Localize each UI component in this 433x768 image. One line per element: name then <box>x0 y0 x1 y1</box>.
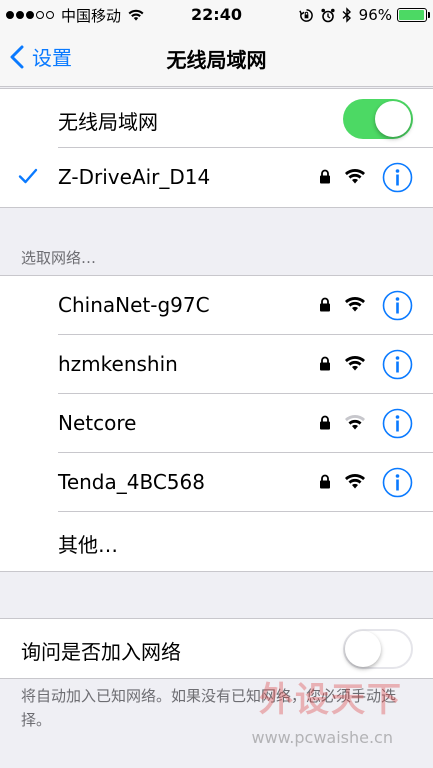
battery-level <box>399 10 424 20</box>
lock-icon <box>319 169 331 188</box>
battery-percent: 96% <box>358 6 392 24</box>
wifi-settings-screen: 中国移动 22:40 96% 设置 无线局域网 无线局域网 Z-DriveAir… <box>0 0 433 768</box>
toggle-knob <box>375 101 411 137</box>
wifi-signal-icon <box>343 295 367 317</box>
battery-icon <box>397 8 430 22</box>
info-icon[interactable] <box>382 290 413 325</box>
wifi-toggle-label: 无线局域网 <box>58 110 158 134</box>
wifi-signal-icon <box>343 413 367 435</box>
battery-cap <box>428 12 430 18</box>
alarm-icon <box>321 8 335 23</box>
wifi-signal-icon <box>343 472 367 494</box>
wifi-signal-icon <box>343 167 367 189</box>
other-network-row[interactable]: 其他… <box>0 512 433 571</box>
status-bar: 中国移动 22:40 96% <box>0 0 433 30</box>
info-icon[interactable] <box>382 162 413 197</box>
network-name: hzmkenshin <box>58 352 178 376</box>
network-row[interactable]: Netcore <box>0 394 433 453</box>
lock-icon <box>319 297 331 316</box>
info-icon[interactable] <box>382 467 413 502</box>
wifi-group: 无线局域网 Z-DriveAir_D14 <box>0 88 433 208</box>
info-icon[interactable] <box>382 408 413 443</box>
network-name: Z-DriveAir_D14 <box>58 165 211 189</box>
watermark-url: www.pcwaishe.cn <box>251 728 393 747</box>
lock-icon <box>319 356 331 375</box>
network-row[interactable]: ChinaNet-g97C <box>0 276 433 335</box>
other-network-label: 其他… <box>58 533 118 557</box>
network-name: Netcore <box>58 411 137 435</box>
wifi-toggle-switch[interactable] <box>343 99 413 139</box>
page-title: 无线局域网 <box>166 48 267 72</box>
checkmark-icon <box>18 168 38 188</box>
rotation-lock-icon <box>298 8 314 23</box>
connected-network-row[interactable]: Z-DriveAir_D14 <box>0 148 433 207</box>
wifi-signal-icon <box>343 354 367 376</box>
status-right: 96% <box>292 5 430 25</box>
network-name: Tenda_4BC568 <box>58 470 205 494</box>
lock-icon <box>319 474 331 493</box>
watermark-logo: 外设天下 <box>259 680 403 720</box>
ask-to-join-switch[interactable] <box>343 629 413 669</box>
navigation-bar: 设置 无线局域网 <box>0 30 433 87</box>
network-row[interactable]: hzmkenshin <box>0 335 433 394</box>
network-list: ChinaNet-g97C hzmkenshin Netcore Tenda_4… <box>0 275 433 572</box>
network-row[interactable]: Tenda_4BC568 <box>0 453 433 512</box>
ask-to-join-label: 询问是否加入网络 <box>21 640 181 664</box>
network-name: ChinaNet-g97C <box>58 293 210 317</box>
ask-to-join-group: 询问是否加入网络 <box>0 618 433 679</box>
wifi-toggle-row: 无线局域网 <box>0 89 433 148</box>
lock-icon <box>319 415 331 434</box>
info-icon[interactable] <box>382 349 413 384</box>
bluetooth-icon <box>342 7 352 23</box>
section-header: 选取网络… <box>21 249 97 267</box>
toggle-knob <box>345 631 381 667</box>
ask-to-join-row: 询问是否加入网络 <box>0 619 433 678</box>
